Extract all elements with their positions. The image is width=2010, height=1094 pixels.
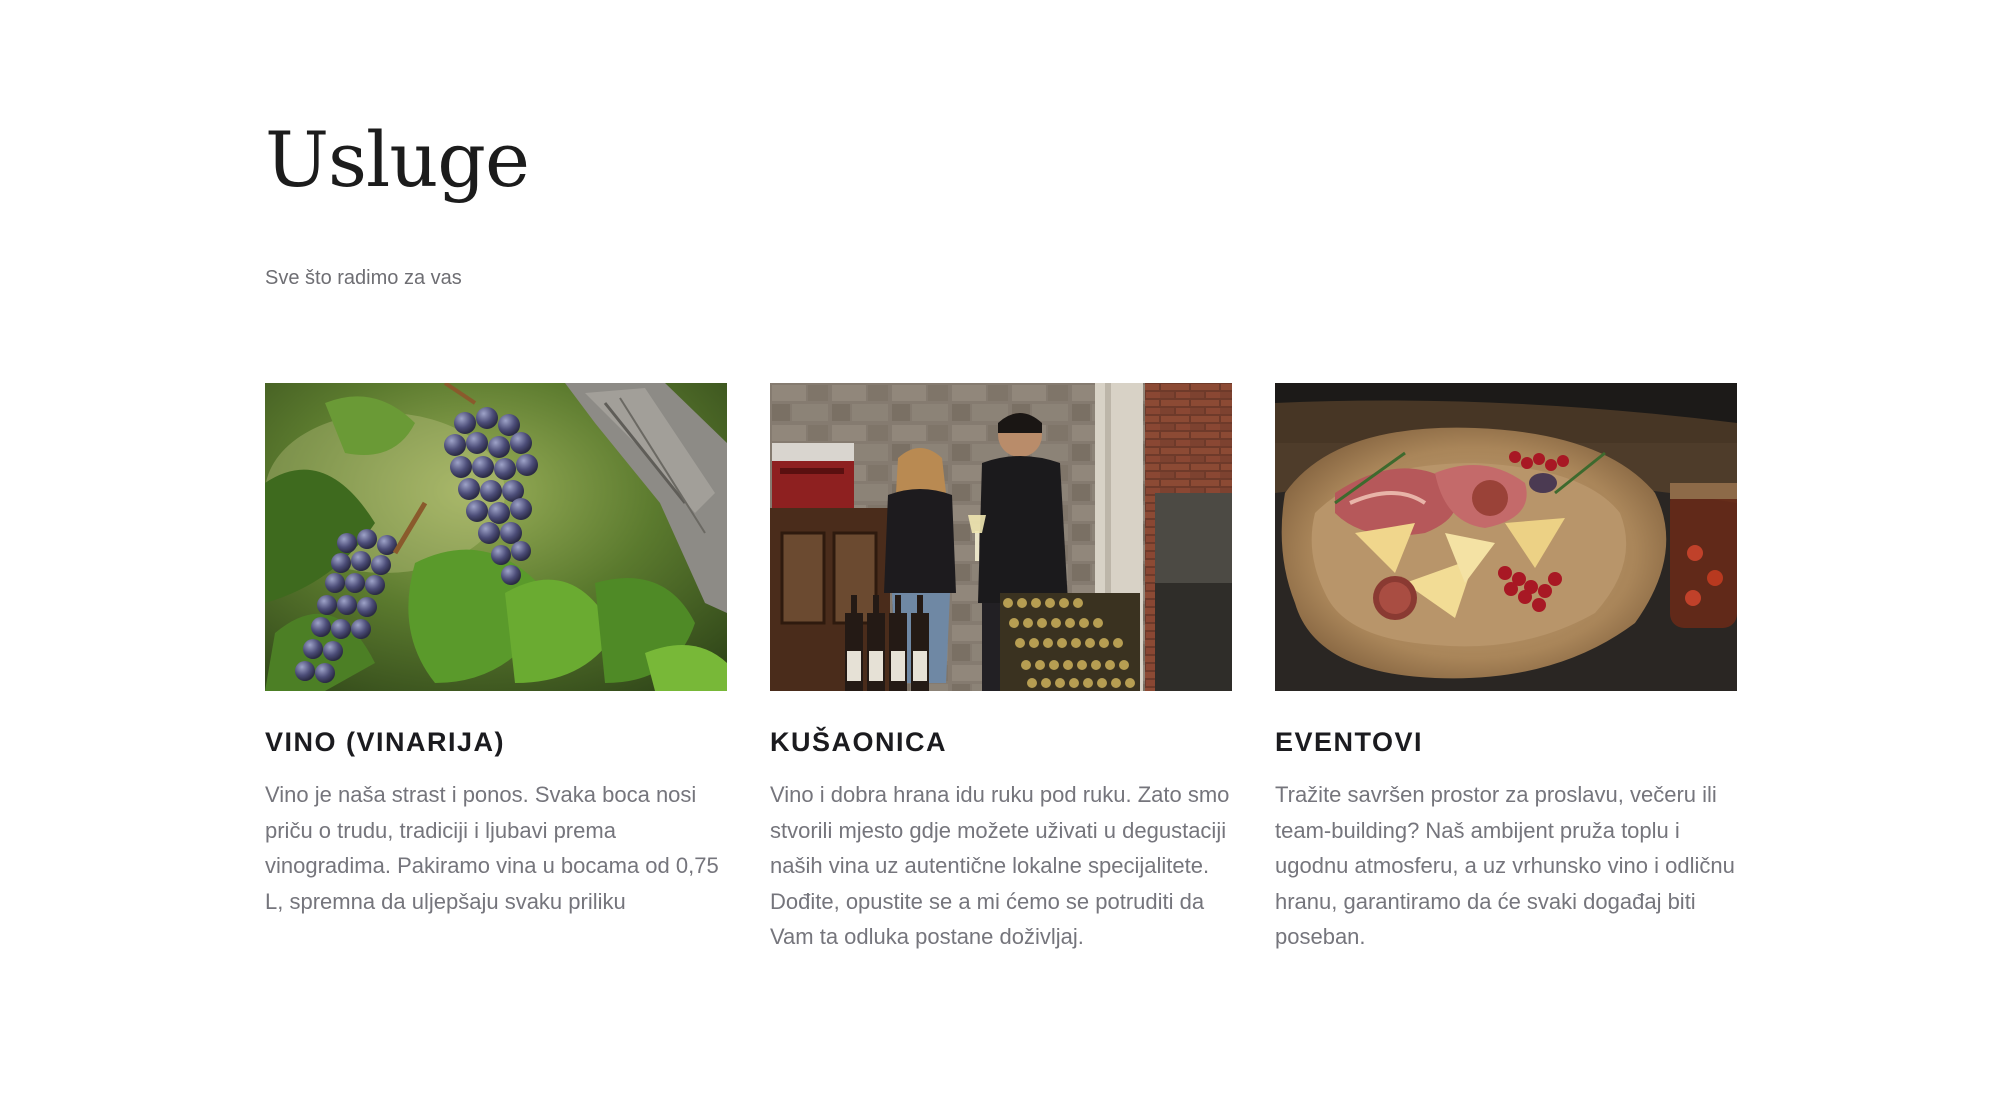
charcuterie-board-photo[interactable] bbox=[1275, 383, 1737, 691]
tasting-room-photo[interactable] bbox=[770, 383, 1232, 691]
card-description: Vino i dobra hrana idu ruku pod ruku. Za… bbox=[770, 782, 1230, 949]
page-title: Usluge bbox=[265, 115, 530, 204]
card-description: Vino je naša strast i ponos. Svaka boca … bbox=[265, 782, 719, 914]
card-description: Tražite savršen prostor za proslavu, več… bbox=[1275, 782, 1735, 949]
charcuterie-board-image bbox=[1275, 383, 1737, 691]
service-card-kusaonica[interactable]: KUŠAONICA Vino i dobra hrana idu ruku po… bbox=[770, 383, 1232, 949]
card-title[interactable]: VINO (VINARIJA) bbox=[265, 725, 505, 759]
page-subtitle: Sve što radimo za vas bbox=[265, 267, 462, 289]
service-card-eventovi[interactable]: EVENTOVI Tražite savršen prostor za pros… bbox=[1275, 383, 1737, 949]
tasting-room-image bbox=[770, 383, 1232, 691]
card-title[interactable]: KUŠAONICA bbox=[770, 725, 947, 759]
service-card-vino[interactable]: VINO (VINARIJA) Vino je naša strast i po… bbox=[265, 383, 727, 914]
grapes-vineyard-photo[interactable] bbox=[265, 383, 727, 691]
grapes-vineyard-image bbox=[265, 383, 727, 691]
card-title[interactable]: EVENTOVI bbox=[1275, 725, 1423, 759]
